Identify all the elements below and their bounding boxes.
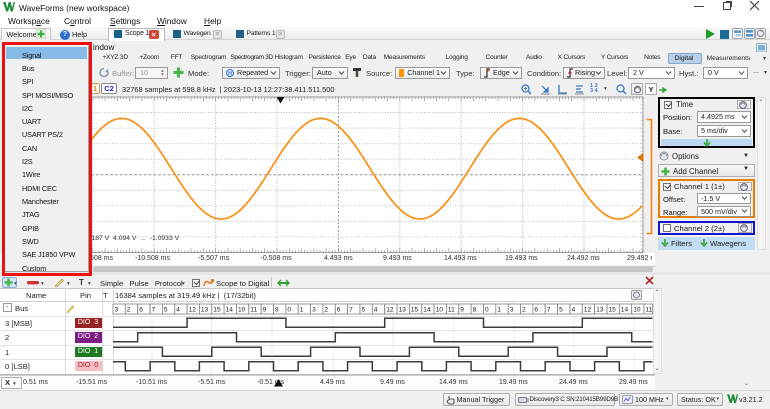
- svg-text:7: 7: [349, 306, 353, 313]
- svg-text:14: 14: [423, 306, 431, 313]
- svg-text:3: 3: [312, 306, 316, 313]
- svg-text:3: 3: [115, 306, 119, 313]
- svg-text:2: 2: [324, 306, 328, 313]
- svg-text:1: 1: [497, 306, 501, 313]
- svg-text:1: 1: [300, 306, 304, 313]
- svg-text:5: 5: [362, 306, 366, 313]
- svg-text:7: 7: [547, 306, 551, 313]
- svg-text:6: 6: [139, 306, 143, 313]
- svg-text:4: 4: [176, 306, 180, 313]
- svg-text:9: 9: [263, 306, 267, 313]
- svg-text:8: 8: [275, 306, 279, 313]
- svg-text:4: 4: [374, 306, 378, 313]
- svg-text:10: 10: [436, 306, 444, 313]
- svg-text:6: 6: [534, 306, 538, 313]
- svg-text:12: 12: [189, 306, 197, 313]
- svg-text:3: 3: [510, 306, 514, 313]
- svg-text:12: 12: [386, 306, 394, 313]
- svg-text:6: 6: [337, 306, 341, 313]
- svg-text:0: 0: [287, 306, 291, 313]
- svg-text:15: 15: [411, 306, 419, 313]
- svg-text:10: 10: [633, 306, 641, 313]
- svg-text:15: 15: [609, 306, 617, 313]
- svg-text:15: 15: [213, 306, 221, 313]
- svg-text:13: 13: [201, 306, 209, 313]
- svg-text:11: 11: [250, 306, 257, 313]
- svg-text:0: 0: [485, 306, 489, 313]
- svg-text:5: 5: [559, 306, 563, 313]
- svg-text:5: 5: [164, 306, 168, 313]
- svg-text:7: 7: [152, 306, 156, 313]
- svg-text:11: 11: [646, 306, 653, 313]
- svg-text:4: 4: [572, 306, 576, 313]
- svg-text:11: 11: [448, 306, 455, 313]
- svg-text:2: 2: [522, 306, 526, 313]
- svg-text:9: 9: [460, 306, 464, 313]
- svg-text:13: 13: [596, 306, 604, 313]
- svg-text:14: 14: [621, 306, 629, 313]
- svg-text:10: 10: [238, 306, 246, 313]
- svg-text:14: 14: [226, 306, 234, 313]
- svg-text:12: 12: [584, 306, 592, 313]
- svg-text:13: 13: [399, 306, 407, 313]
- svg-text:8: 8: [473, 306, 477, 313]
- svg-text:2: 2: [127, 306, 131, 313]
